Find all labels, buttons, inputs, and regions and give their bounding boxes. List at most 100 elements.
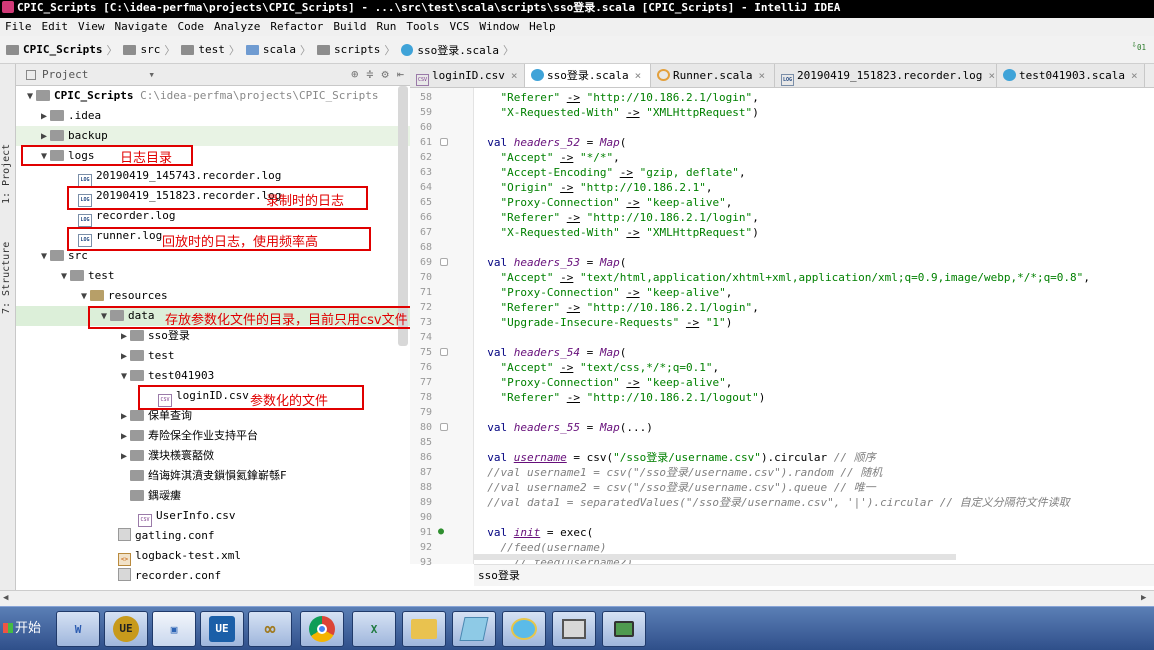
taskbar-ue-blue-icon[interactable]: UE	[200, 611, 244, 647]
scroll-left-icon[interactable]: ◀	[3, 593, 13, 603]
close-icon[interactable]: ×	[758, 69, 765, 82]
tab-test041903-scala[interactable]: test041903.scala ×	[997, 64, 1145, 87]
fold-marker-icon[interactable]	[440, 138, 448, 146]
menu-file[interactable]: File	[3, 20, 34, 33]
taskbar-word-icon[interactable]: W	[56, 611, 100, 647]
menu-edit[interactable]: Edit	[40, 20, 71, 33]
menu-window[interactable]: Window	[477, 20, 521, 33]
code-line: "Upgrade-Insecure-Requests" -> "1")	[500, 316, 733, 329]
editor-horizontal-scrollbar[interactable]	[474, 554, 956, 560]
line-number: 68	[419, 242, 432, 253]
close-icon[interactable]: ×	[988, 69, 995, 82]
tab-recorder-log[interactable]: LOG 20190419_151823.recorder.log ×	[775, 64, 997, 87]
menu-build[interactable]: Build	[331, 20, 368, 33]
tree-item-garbled-3[interactable]: 鍝叆瘻	[16, 486, 410, 506]
log-file-icon: LOG	[781, 74, 794, 86]
breadcrumb-scripts[interactable]: scripts 〉	[316, 42, 395, 58]
code-editor[interactable]: "Referer" -> "http://10.186.2.1/login", …	[474, 88, 1154, 564]
scala-file-icon	[531, 69, 544, 81]
chevron-down-icon[interactable]: ▼	[38, 247, 50, 267]
taskbar-excel-icon[interactable]: X	[352, 611, 396, 647]
taskbar-lock-icon[interactable]	[602, 611, 646, 647]
tab-sso-scala[interactable]: sso登录.scala ×	[525, 64, 651, 87]
tab-runner-scala[interactable]: Runner.scala ×	[651, 64, 775, 87]
menu-run[interactable]: Run	[374, 20, 398, 33]
chevron-down-icon[interactable]: ▼	[24, 87, 36, 107]
breadcrumb-scala[interactable]: scala 〉	[245, 42, 311, 58]
chevron-down-icon[interactable]: ▼	[118, 367, 130, 387]
chevron-down-icon[interactable]: ▼	[58, 267, 70, 287]
menu-tools[interactable]: Tools	[404, 20, 441, 33]
tree-item-sso[interactable]: ▶ sso登录	[16, 326, 410, 346]
structure-tool-tab[interactable]: 7: Structure	[1, 224, 15, 314]
menu-help[interactable]: Help	[527, 20, 558, 33]
tree-item-garbled-1[interactable]: ▶ 濮块檨寰嚭傚	[16, 446, 410, 466]
tree-item-data-test[interactable]: ▶ test	[16, 346, 410, 366]
tree-item-life-platform[interactable]: ▶ 寿险保全作业支持平台	[16, 426, 410, 446]
taskbar-chain-icon[interactable]: ∞	[248, 611, 292, 647]
gear-icon[interactable]: ⚙	[382, 67, 389, 81]
line-number: 65	[419, 197, 432, 208]
taskbar-ultraedit-icon[interactable]: UE	[104, 611, 148, 647]
tree-item-idea[interactable]: ▶ .idea	[16, 106, 410, 126]
taskbar-remote-icon[interactable]	[552, 611, 596, 647]
code-line: //val username1 = csv("/sso登录/username.c…	[487, 466, 883, 479]
tree-item-recorder-conf[interactable]: recorder.conf	[16, 566, 410, 586]
menu-navigate[interactable]: Navigate	[113, 20, 170, 33]
menu-refactor[interactable]: Refactor	[268, 20, 325, 33]
close-icon[interactable]: ×	[1131, 69, 1138, 82]
menu-vcs[interactable]: VCS	[447, 20, 471, 33]
hide-icon[interactable]: ⇤	[397, 67, 404, 81]
tree-item-test041903[interactable]: ▼ test041903	[16, 366, 410, 386]
tree-item-gatling-conf[interactable]: gatling.conf	[16, 526, 410, 546]
breadcrumb-src[interactable]: src 〉	[123, 42, 175, 58]
breadcrumb-file[interactable]: sso登录.scala 〉	[401, 42, 514, 58]
taskbar-notebook-icon[interactable]	[452, 611, 496, 647]
fold-marker-icon[interactable]	[440, 258, 448, 266]
menu-code[interactable]: Code	[175, 20, 206, 33]
project-view-selector[interactable]: Project	[42, 68, 88, 81]
chevron-down-icon[interactable]: ▾	[148, 68, 155, 81]
run-gutter-icon[interactable]: ●	[438, 526, 444, 537]
tree-item-logback-xml[interactable]: <> logback-test.xml	[16, 546, 410, 566]
locate-icon[interactable]: ⊕	[351, 67, 358, 81]
tree-item-log-145743[interactable]: LOG 20190419_145743.recorder.log	[16, 166, 410, 187]
fold-marker-icon[interactable]	[440, 348, 448, 356]
window-horizontal-scrollbar[interactable]: ◀ ▶	[0, 590, 1154, 606]
menu-analyze[interactable]: Analyze	[212, 20, 262, 33]
chevron-right-icon[interactable]: ▶	[118, 407, 130, 427]
menu-view[interactable]: View	[76, 20, 107, 33]
close-icon[interactable]: ×	[511, 69, 518, 82]
chevron-right-icon[interactable]: ▶	[118, 447, 130, 467]
taskbar-folder-icon[interactable]	[402, 611, 446, 647]
taskbar-chat-icon[interactable]	[502, 611, 546, 647]
tree-item-test[interactable]: ▼ test	[16, 266, 410, 286]
taskbar-network-icon[interactable]: ▣	[152, 611, 196, 647]
collapse-icon[interactable]: ≑	[366, 67, 373, 81]
chevron-right-icon[interactable]: ▶	[118, 327, 130, 347]
breadcrumb-test[interactable]: test 〉	[181, 42, 240, 58]
chevron-right-icon[interactable]: ▶	[118, 347, 130, 367]
vcs-update-icon[interactable]: ⇩01	[1132, 40, 1146, 52]
code-line: "X-Requested-With" -> "XMLHttpRequest")	[500, 106, 759, 119]
close-icon[interactable]: ×	[635, 69, 642, 82]
tree-item-resources[interactable]: ▼ resources	[16, 286, 410, 306]
tree-item-userinfo-csv[interactable]: CSV UserInfo.csv	[16, 506, 410, 527]
chevron-right-icon[interactable]: ▶	[38, 127, 50, 147]
chevron-right-icon[interactable]: ▶	[118, 427, 130, 447]
breadcrumb-project[interactable]: CPIC_Scripts 〉	[6, 42, 117, 58]
chevron-right-icon[interactable]: ▶	[38, 107, 50, 127]
code-breadcrumb-item[interactable]: sso登录	[478, 569, 520, 582]
tree-item-root[interactable]: ▼ CPIC_Scripts C:\idea-perfma\projects\CP…	[16, 86, 410, 106]
tree-item-backup[interactable]: ▶ backup	[16, 126, 410, 146]
project-tool-tab[interactable]: 1: Project	[1, 134, 15, 204]
intellij-icon	[2, 1, 14, 13]
taskbar-chrome-icon[interactable]	[300, 611, 344, 647]
fold-marker-icon[interactable]	[440, 423, 448, 431]
line-number: 61	[419, 137, 432, 148]
tree-item-garbled-2[interactable]: 绉诲姩淇濆叏鎻愪氦鎿嶄綔F	[16, 466, 410, 486]
scroll-right-icon[interactable]: ▶	[1141, 593, 1151, 603]
chevron-down-icon[interactable]: ▼	[78, 287, 90, 307]
tab-loginid-csv[interactable]: CSV loginID.csv ×	[410, 64, 525, 87]
start-button[interactable]: 开始	[0, 613, 48, 645]
